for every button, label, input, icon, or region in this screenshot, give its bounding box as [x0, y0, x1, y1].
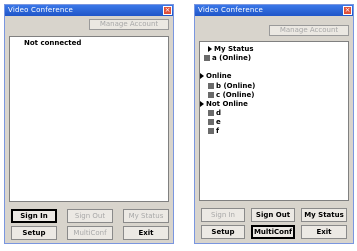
tree-label: My Status: [214, 45, 254, 53]
video-conference-window-left: Video Conference × Manage Account Not co…: [4, 4, 174, 244]
exit-button[interactable]: Exit: [123, 226, 169, 240]
multiconf-button[interactable]: MultiConf: [67, 226, 113, 240]
sign-in-button[interactable]: Sign In: [11, 209, 57, 223]
expand-icon: [208, 46, 212, 52]
setup-button[interactable]: Setup: [11, 226, 57, 240]
sign-out-button[interactable]: Sign Out: [67, 209, 113, 223]
tree-label: c (Online): [216, 91, 255, 99]
contact-tree-panel[interactable]: My Status a (Online) Online b (Online) c…: [199, 41, 349, 201]
expand-icon: [200, 73, 204, 79]
tree-item-offline[interactable]: d: [208, 109, 221, 117]
close-icon: ×: [344, 6, 351, 14]
exit-button[interactable]: Exit: [301, 225, 347, 239]
tree-item-offline[interactable]: e: [208, 118, 221, 126]
my-status-button[interactable]: My Status: [301, 208, 347, 222]
tree-group-offline[interactable]: Not Online: [200, 100, 248, 108]
manage-row: Manage Account: [195, 16, 353, 38]
video-conference-window-right: Video Conference × Manage Account My Sta…: [194, 4, 354, 244]
close-icon: ×: [164, 6, 171, 14]
close-button[interactable]: ×: [343, 6, 352, 15]
title-bar: Video Conference ×: [5, 5, 173, 16]
connection-status: Not connected: [24, 39, 82, 47]
tree-label: a (Online): [212, 54, 252, 62]
user-icon: [208, 110, 214, 116]
tree-my-status-header[interactable]: My Status: [208, 45, 254, 53]
tree-item-online[interactable]: b (Online): [208, 82, 255, 90]
user-icon: [208, 119, 214, 125]
tree-label: Online: [206, 72, 232, 80]
manage-row: Manage Account: [5, 16, 173, 32]
tree-label: f: [216, 127, 220, 135]
user-icon: [208, 83, 214, 89]
close-button[interactable]: ×: [163, 6, 172, 15]
multiconf-button[interactable]: MultiConf: [251, 225, 295, 239]
tree-item-offline[interactable]: f: [208, 127, 219, 135]
expand-icon: [200, 101, 204, 107]
window-title: Video Conference: [8, 6, 74, 14]
window-title: Video Conference: [198, 6, 264, 14]
sign-out-button[interactable]: Sign Out: [251, 208, 295, 222]
tree-item-online[interactable]: c (Online): [208, 91, 254, 99]
tree-label: d: [216, 109, 222, 117]
contact-panel[interactable]: Not connected: [9, 36, 169, 202]
title-bar: Video Conference ×: [195, 5, 353, 16]
manage-account-button[interactable]: Manage Account: [89, 19, 169, 30]
manage-account-button[interactable]: Manage Account: [269, 25, 349, 36]
my-status-button[interactable]: My Status: [123, 209, 169, 223]
user-icon: [204, 55, 210, 61]
tree-label: e: [216, 118, 221, 126]
tree-group-online[interactable]: Online: [200, 72, 231, 80]
setup-button[interactable]: Setup: [201, 225, 245, 239]
user-icon: [208, 92, 214, 98]
tree-label: Not Online: [206, 100, 248, 108]
tree-label: b (Online): [216, 82, 256, 90]
sign-in-button[interactable]: Sign In: [201, 208, 245, 222]
tree-item-self[interactable]: a (Online): [204, 54, 251, 62]
user-icon: [208, 128, 214, 134]
